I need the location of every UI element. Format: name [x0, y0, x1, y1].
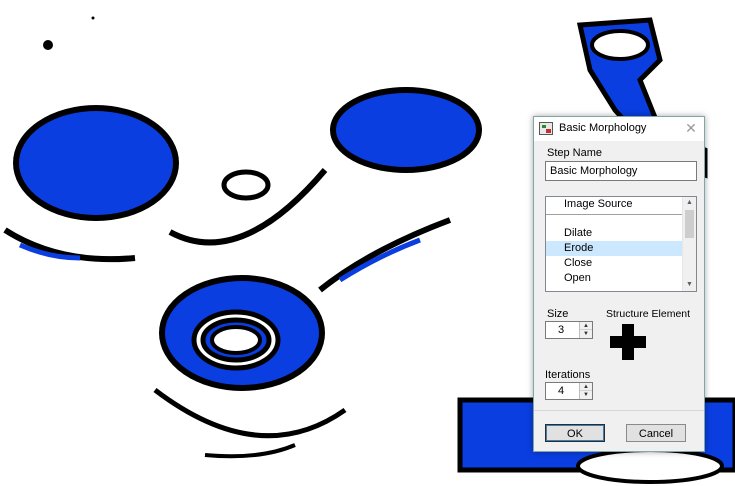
structure-element-cross — [610, 324, 646, 360]
step-name-label: Step Name — [547, 147, 603, 159]
list-item-close[interactable]: Close — [546, 256, 696, 271]
structure-cell — [610, 336, 622, 348]
size-value[interactable]: 3 — [558, 324, 564, 336]
step-name-input[interactable] — [545, 161, 697, 181]
cancel-button[interactable]: Cancel — [626, 424, 686, 442]
scroll-up-arrow-icon[interactable]: ▲ — [683, 197, 696, 209]
structure-element-label: Structure Element — [606, 308, 691, 320]
size-decrement-icon[interactable]: ▼ — [580, 330, 592, 338]
iterations-increment-icon[interactable]: ▲ — [580, 383, 592, 391]
scroll-thumb[interactable] — [685, 210, 694, 238]
iterations-value[interactable]: 4 — [558, 385, 564, 397]
ok-button[interactable]: OK — [545, 424, 605, 442]
list-scrollbar[interactable]: ▲ ▼ — [682, 197, 696, 291]
structure-cell — [622, 324, 634, 336]
dialog-titlebar[interactable]: Basic Morphology ✕ — [534, 117, 704, 141]
scroll-down-arrow-icon[interactable]: ▼ — [683, 279, 696, 291]
structure-cell — [622, 336, 634, 348]
structure-cell — [622, 348, 634, 360]
top-right-lobe — [330, 87, 482, 173]
right-arm-fill — [338, 237, 421, 283]
bottom-arc — [153, 388, 347, 439]
list-separator — [546, 214, 696, 215]
app-icon — [539, 122, 553, 135]
list-item-open[interactable]: Open — [546, 271, 696, 286]
structure-cell — [634, 336, 646, 348]
bottom-right-oval — [576, 448, 724, 484]
button-area-divider — [534, 410, 704, 411]
dialog-title: Basic Morphology — [559, 122, 647, 134]
speck — [91, 16, 95, 20]
iterations-decrement-icon[interactable]: ▼ — [580, 391, 592, 399]
close-button[interactable]: ✕ — [682, 119, 700, 137]
size-label: Size — [547, 308, 569, 320]
figure-teeth — [590, 29, 650, 61]
bottom-arc-2 — [204, 443, 296, 459]
list-item-image-source[interactable]: Image Source — [546, 197, 696, 212]
top-left-lobe — [13, 105, 179, 221]
bottom-lobe-core — [210, 325, 262, 355]
iterations-spinner[interactable]: 4 ▲ ▼ — [545, 382, 593, 400]
center-hub-small — [221, 169, 271, 201]
size-spinner[interactable]: 3 ▲ ▼ — [545, 321, 593, 339]
list-item-erode[interactable]: Erode — [546, 241, 696, 256]
iterations-label: Iterations — [545, 369, 591, 381]
basic-morphology-dialog: Basic Morphology ✕ Step Name Image Sourc… — [533, 116, 705, 452]
operation-listbox[interactable]: Image Source Dilate Erode Close Open ▲ ▼ — [545, 196, 697, 292]
speck — [43, 40, 53, 50]
size-increment-icon[interactable]: ▲ — [580, 322, 592, 330]
list-item-dilate[interactable]: Dilate — [546, 226, 696, 241]
